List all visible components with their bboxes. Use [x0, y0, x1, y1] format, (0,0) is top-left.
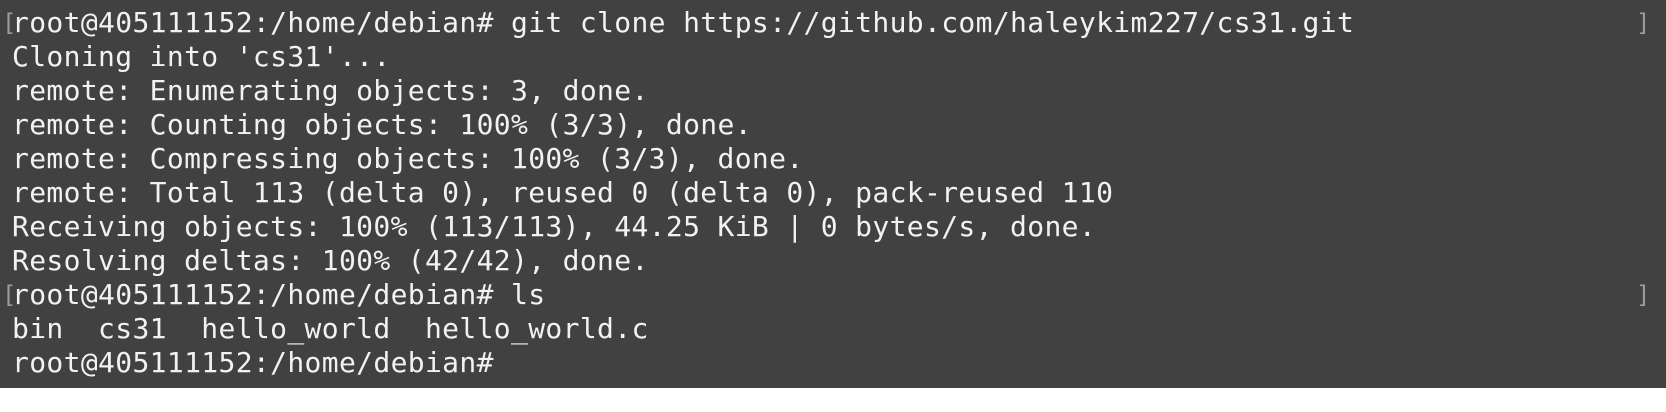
terminal-line-total: remote: Total 113 (delta 0), reused 0 (d… — [12, 176, 1114, 209]
terminal-line-resolving: Resolving deltas: 100% (42/42), done. — [12, 244, 649, 277]
terminal-line-receiving: Receiving objects: 100% (113/113), 44.25… — [12, 210, 1097, 243]
bottom-margin — [0, 388, 1666, 412]
terminal-line-compressing: remote: Compressing objects: 100% (3/3),… — [12, 142, 804, 175]
terminal-line-ls-output: bin cs31 hello_world hello_world.c — [12, 312, 649, 345]
terminal-window[interactable]: root@405111152:/home/debian# git clone h… — [0, 0, 1666, 412]
line-bracket-left-icon: [ — [2, 9, 17, 37]
terminal-line-git-clone: root@405111152:/home/debian# git clone h… — [12, 6, 1355, 39]
line-bracket-right-icon: ] — [1636, 9, 1651, 37]
terminal-line-enumerating: remote: Enumerating objects: 3, done. — [12, 74, 649, 107]
terminal-line-counting: remote: Counting objects: 100% (3/3), do… — [12, 108, 752, 141]
line-bracket-left-icon: [ — [2, 281, 17, 309]
line-bracket-right-icon: ] — [1636, 281, 1651, 309]
terminal-line-cloning: Cloning into 'cs31'... — [12, 40, 391, 73]
terminal-line-current-prompt[interactable]: root@405111152:/home/debian# — [12, 346, 494, 380]
terminal-line-ls-command: root@405111152:/home/debian# ls — [12, 278, 546, 311]
